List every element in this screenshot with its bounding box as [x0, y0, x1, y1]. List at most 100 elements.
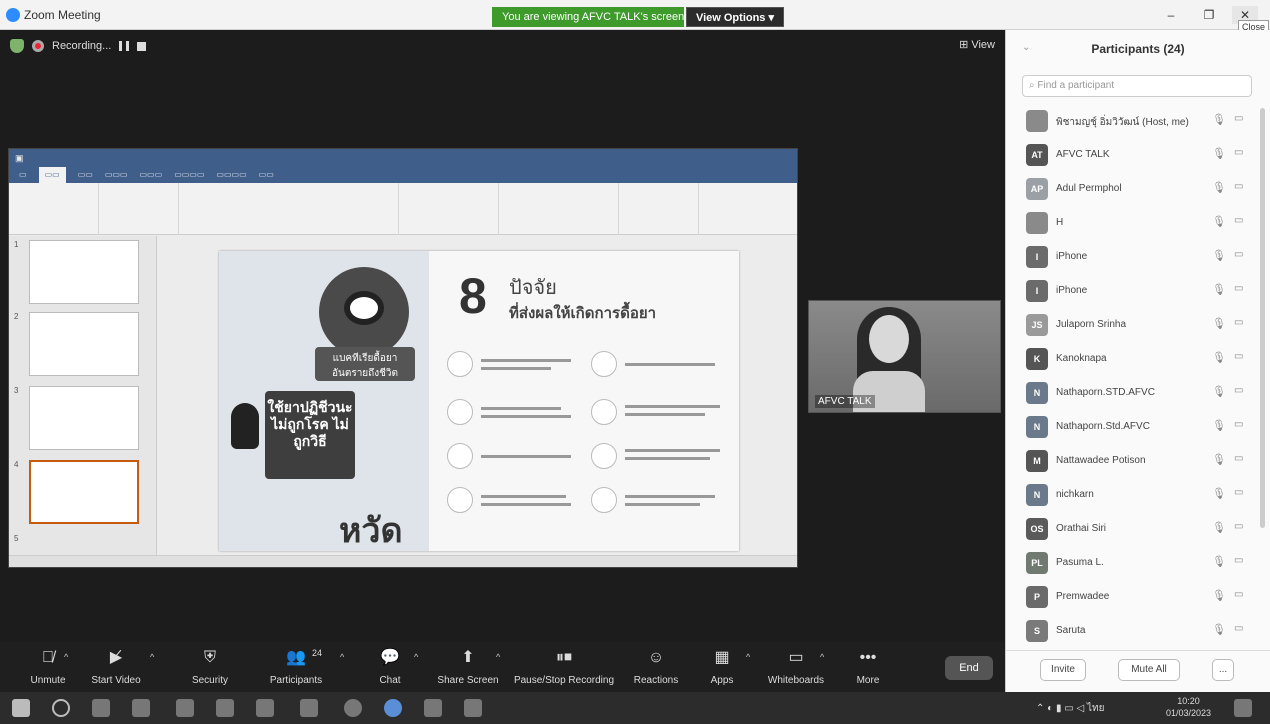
ppt-ribbon-tabs: ▭ ▭▭ ▭▭ ▭▭▭ ▭▭▭ ▭▭▭▭ ▭▭▭▭ ▭▭	[9, 167, 797, 183]
whiteboards-caret-icon[interactable]: ^	[820, 652, 824, 662]
participants-button[interactable]: 👥 Participants	[256, 646, 336, 690]
factor-text	[481, 415, 571, 418]
more-button[interactable]: ••• More	[828, 646, 908, 690]
slide-badge: แบคทีเรียดื้อยา อันตรายถึงชีวิต	[315, 347, 415, 381]
participant-row[interactable]: Nnichkarn 🎙 ▭	[1006, 478, 1261, 512]
video-off-icon: ▭	[1234, 487, 1244, 498]
muted-mic-icon: 🎙	[1212, 182, 1226, 194]
factor-text	[481, 407, 561, 410]
taskbar-app-icon[interactable]	[464, 699, 482, 717]
participant-search-input[interactable]: ⌕ Find a participant	[1022, 75, 1252, 97]
participant-row[interactable]: N Nathaporn.Std.AFVC 🎙 ▭	[1006, 410, 1261, 444]
participant-name: iPhone	[1056, 251, 1088, 262]
view-button[interactable]: ⊞ View	[959, 38, 995, 51]
system-tray[interactable]: ⌃ ◐ ▮ ▭ ◁ ไทย	[1036, 701, 1104, 716]
notifications-icon[interactable]	[1234, 699, 1252, 717]
maximize-icon[interactable]: ❐	[1196, 6, 1222, 24]
apps-caret-icon[interactable]: ^	[746, 652, 750, 662]
view-options-button[interactable]: View Options ▾	[686, 7, 784, 27]
participant-row[interactable]: P Premwadee 🎙 ▭	[1006, 580, 1261, 614]
video-off-icon: ▭	[1234, 147, 1244, 158]
powerpoint-icon[interactable]	[216, 699, 234, 717]
factor-text	[625, 503, 700, 506]
participant-row[interactable]: H 🎙 ▭	[1006, 206, 1261, 240]
audio-options-caret-icon[interactable]: ^	[64, 652, 68, 662]
panel-more-button[interactable]: ...	[1212, 659, 1234, 681]
mascot-illustration	[231, 403, 259, 449]
chat-caret-icon[interactable]: ^	[414, 652, 418, 662]
recording-dot-icon	[32, 40, 44, 52]
ribbon-group-paragraph	[399, 183, 499, 235]
avatar: N	[1026, 416, 1048, 438]
participants-caret-icon[interactable]: ^	[340, 652, 344, 662]
factor-text	[481, 359, 571, 362]
slide-thumbnail-selected[interactable]	[29, 460, 139, 524]
pause-recording-icon[interactable]	[119, 41, 130, 51]
taskbar-app-icon[interactable]	[92, 699, 110, 717]
more-dots-icon: •••	[859, 649, 877, 666]
video-off-icon: ▭	[1234, 453, 1244, 464]
participant-row[interactable]: IiPhone 🎙 ▭	[1006, 274, 1261, 308]
participant-name: Orathai Siri	[1056, 523, 1107, 534]
zoom-taskbar-icon[interactable]	[384, 699, 402, 717]
video-options-caret-icon[interactable]: ^	[150, 652, 154, 662]
invite-button[interactable]: Invite	[1040, 659, 1086, 681]
participant-row[interactable]: พิชามญชุ์ อิ่มวิวัฒน์ (Host, me) 🎙 ▭	[1006, 104, 1261, 138]
participant-row[interactable]: OS Orathai Siri 🎙 ▭	[1006, 512, 1261, 546]
slide-heading-number: 8	[459, 268, 487, 324]
grid-icon: ⊞	[959, 39, 972, 51]
participant-row[interactable]: K Kanoknapa 🎙 ▭	[1006, 342, 1261, 376]
excel-icon[interactable]	[256, 699, 274, 717]
speaker-face	[869, 315, 909, 363]
search-icon[interactable]	[52, 699, 70, 717]
pdf-icon[interactable]	[300, 699, 318, 717]
participant-row[interactable]: AP Adul Permphol 🎙 ▭	[1006, 172, 1261, 206]
participant-row[interactable]: IiPhone 🎙 ▭	[1006, 240, 1261, 274]
slide-thumbnail[interactable]	[29, 312, 139, 376]
factor-text	[481, 495, 566, 498]
ppt-tab: ▭▭▭	[139, 170, 163, 179]
pause-stop-recording-button[interactable]: ⏸⏹ Pause/Stop Recording	[512, 646, 616, 690]
speaker-video-tile[interactable]: AFVC TALK	[808, 300, 1001, 413]
ribbon-group-font	[179, 183, 399, 235]
recording-label: Recording...	[52, 40, 112, 52]
windows-start-icon[interactable]	[12, 699, 30, 717]
mute-all-button[interactable]: Mute All	[1118, 659, 1180, 681]
participant-row[interactable]: S Saruta 🎙 ▭	[1006, 614, 1261, 648]
participant-list-scrollbar[interactable]	[1260, 108, 1265, 528]
end-button[interactable]: End	[945, 656, 993, 680]
ppt-tab-home: ▭▭	[38, 167, 66, 183]
participant-name: iPhone	[1056, 285, 1088, 296]
video-off-icon: ▭	[1234, 521, 1244, 532]
slide-thumbnail[interactable]	[29, 240, 139, 304]
muted-mic-icon: 🎙	[1212, 556, 1226, 568]
shield-icon[interactable]	[10, 39, 24, 53]
slide-thumbnail[interactable]	[29, 386, 139, 450]
start-video-button[interactable]: ▶̸ Start Video	[76, 646, 156, 690]
share-caret-icon[interactable]: ^	[496, 652, 500, 662]
avatar: I	[1026, 280, 1048, 302]
participant-row[interactable]: AT AFVC TALK 🎙 ▭	[1006, 138, 1261, 172]
participant-row[interactable]: M Nattawadee Potison 🎙 ▭	[1006, 444, 1261, 478]
ppt-tab: ▭▭▭▭	[174, 170, 205, 179]
participant-row[interactable]: N Nathaporn.STD.AFVC 🎙 ▭	[1006, 376, 1261, 410]
zoom-window: Zoom Meeting You are viewing AFVC TALK's…	[0, 0, 1270, 724]
factor-icon	[591, 399, 617, 425]
muted-mic-icon: 🎙	[1212, 522, 1226, 534]
factor-text	[481, 367, 551, 370]
participant-row[interactable]: JS Julaporn Srinha 🎙 ▭	[1006, 308, 1261, 342]
factor-text	[625, 363, 715, 366]
pause-stop-icon: ⏸⏹	[555, 649, 572, 666]
taskbar-clock[interactable]: 10:20 01/03/2023	[1166, 695, 1211, 719]
taskbar-app-icon[interactable]	[424, 699, 442, 717]
chrome-icon[interactable]	[344, 699, 362, 717]
monster-eye-illustration	[344, 291, 384, 325]
word-icon[interactable]	[176, 699, 194, 717]
taskbar-app-icon[interactable]	[132, 699, 150, 717]
participant-name: Nathaporn.STD.AFVC	[1056, 387, 1155, 398]
participant-row[interactable]: PL Pasuma L. 🎙 ▭	[1006, 546, 1261, 580]
zoom-logo-icon	[6, 8, 20, 22]
security-button[interactable]: ⛨ Security	[170, 646, 250, 690]
minimize-icon[interactable]: –	[1158, 6, 1184, 24]
stop-recording-icon[interactable]	[137, 41, 147, 51]
